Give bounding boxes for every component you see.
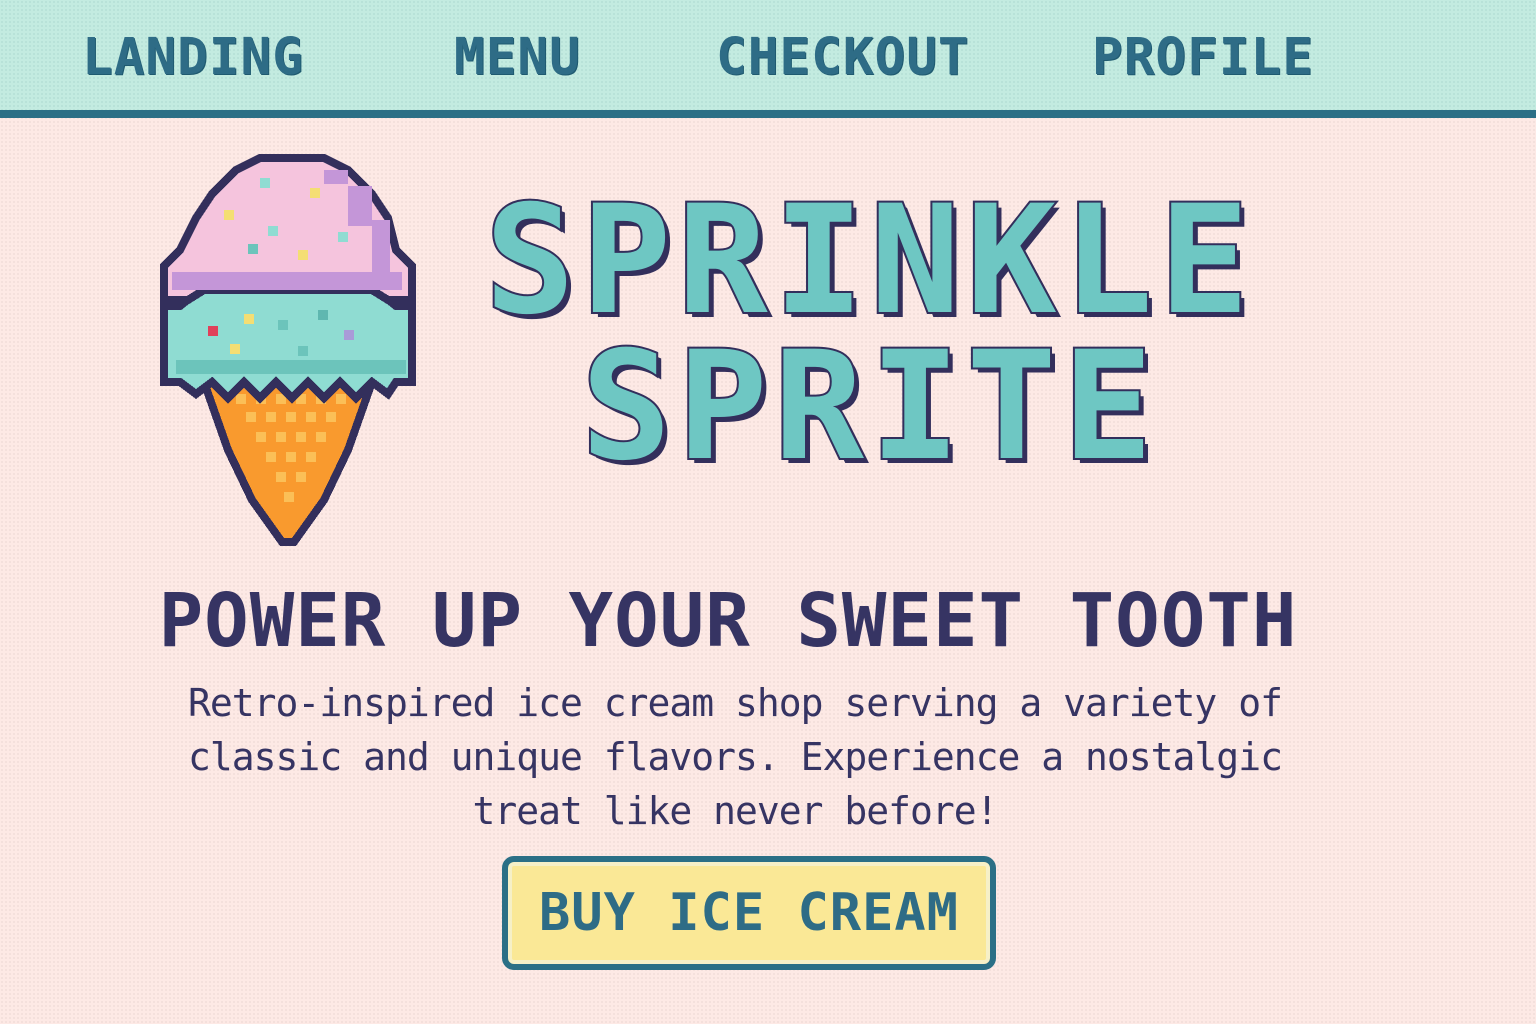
nav-link-landing[interactable]: LANDING — [82, 22, 304, 92]
nav-link-menu[interactable]: MENU — [454, 22, 581, 92]
nav-link-checkout[interactable]: CHECKOUT — [716, 22, 970, 92]
ice-cream-cone-icon — [148, 150, 428, 560]
brand-title-line-2: SPRITE — [579, 320, 1159, 494]
top-navigation: LANDING MENU CHECKOUT PROFILE — [0, 0, 1536, 118]
nav-link-profile[interactable]: PROFILE — [1092, 22, 1314, 92]
hero-tagline: POWER UP YOUR SWEET TOOTH — [158, 578, 1298, 664]
hero-description: Retro-inspired ice cream shop serving a … — [188, 681, 1283, 833]
brand-title: SPRINKLE SPRITE — [440, 174, 1300, 494]
brand-title-line-1: SPRINKLE — [483, 174, 1256, 348]
buy-ice-cream-button[interactable]: BUY ICE CREAM — [502, 856, 996, 970]
